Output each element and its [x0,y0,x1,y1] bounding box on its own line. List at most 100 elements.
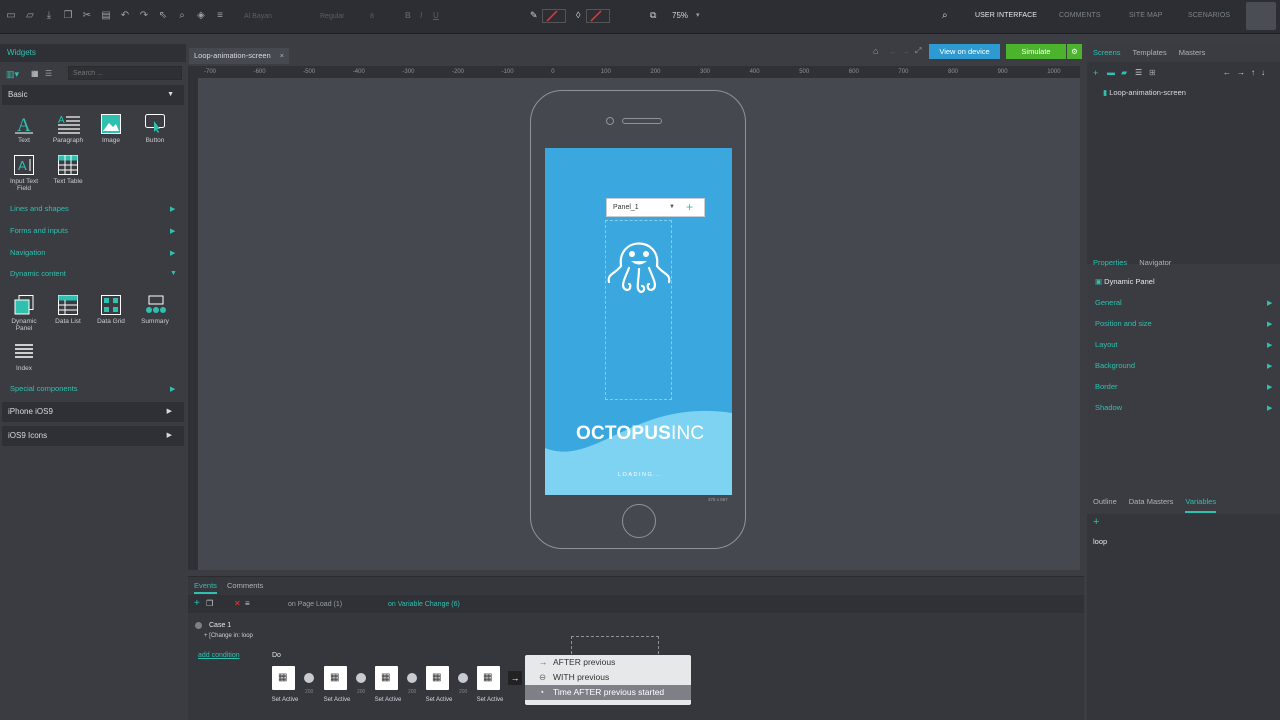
home-icon[interactable]: ⌂ [873,46,878,56]
section-navigation[interactable]: Navigation [10,248,45,257]
font-style-select[interactable]: Regular [320,10,364,23]
pencil-icon[interactable]: ✎ [530,10,538,21]
nav-scenarios[interactable]: SCENARIOS [1188,12,1230,19]
prop-position-size[interactable]: Position and size [1095,319,1152,328]
sort-icon[interactable]: ≡ [245,599,250,608]
redo-icon[interactable]: ↷ [139,10,149,22]
widget-input-text-field[interactable]: A Input Text Field [4,155,44,192]
widget-paragraph[interactable]: A Paragraph [48,114,88,144]
menu-item-after-previous[interactable]: → AFTER previous [525,655,691,670]
delay-icon[interactable] [356,673,366,683]
grid-view-icon[interactable]: ▦ [31,69,39,78]
expand-icon[interactable]: ⤢ [915,46,921,56]
zoom-icon[interactable]: ⌕ [177,10,187,22]
prop-shadow[interactable]: Shadow [1095,403,1122,412]
action-set-active[interactable]: ▦ [375,666,398,690]
align-icon[interactable]: ≡ [215,10,225,22]
tab-navigator[interactable]: Navigator [1139,258,1171,274]
nav-comments[interactable]: COMMENTS [1059,12,1101,19]
nav-site-map[interactable]: SITE MAP [1129,12,1162,19]
prop-background[interactable]: Background [1095,361,1135,370]
section-forms-and-inputs[interactable]: Forms and inputs [10,226,68,235]
section-dynamic-content[interactable]: Dynamic content [10,269,66,278]
action-set-active[interactable]: ▦ [426,666,449,690]
trigger-page-load[interactable]: on Page Load (1) [288,601,342,608]
action-set-active[interactable]: ▦ [324,666,347,690]
italic-icon[interactable]: I [420,11,422,20]
tab-properties[interactable]: Properties [1093,258,1127,274]
add-event-icon[interactable]: + [194,598,200,609]
case-title[interactable]: Case 1 [209,622,231,629]
font-name-select[interactable]: Al Bayan [244,10,314,23]
prop-general[interactable]: General [1095,298,1122,307]
underline-icon[interactable]: U [433,11,439,20]
font-size-select[interactable]: 8 [370,10,394,23]
zoom-select[interactable]: 75% [672,11,688,20]
delay-icon[interactable] [304,673,314,683]
paste-icon[interactable]: ▤ [101,10,111,22]
bold-icon[interactable]: B [405,11,411,20]
pointer-icon[interactable]: ⇖ [158,10,168,22]
forward-icon[interactable]: → [902,47,910,56]
list-icon[interactable]: ☰ [1135,68,1142,77]
screen-item[interactable]: ▮ Loop-animation-screen [1103,88,1186,97]
cut-icon[interactable]: ✂ [82,10,92,22]
widget-summary[interactable]: Summary [135,295,175,325]
back-icon[interactable]: ← [889,47,897,56]
search-icon[interactable]: ⌕ [942,10,948,21]
arrow-right-icon[interactable]: → [508,671,522,685]
widget-button[interactable]: Button [135,114,175,144]
move-arrows-icon[interactable]: ←→↑↓ [1223,68,1271,77]
prop-border[interactable]: Border [1095,382,1118,391]
arrange-icon[interactable]: ⧉ [650,10,656,21]
tab-outline[interactable]: Outline [1093,497,1117,513]
action-set-active[interactable]: ▦ [272,666,295,690]
widget-data-grid[interactable]: Data Grid [91,295,131,325]
new-file-icon[interactable]: ▭ [6,10,16,22]
view-on-device-button[interactable]: View on device [929,44,1000,59]
duplicate-icon[interactable]: ❐ [206,599,213,608]
panel-state-selector[interactable]: Panel_1 ▼ + [606,198,705,217]
undo-icon[interactable]: ↶ [120,10,130,22]
add-screen-icon[interactable]: + [1093,68,1098,78]
prop-layout[interactable]: Layout [1095,340,1118,349]
library-icon[interactable]: ▥▾ [6,69,19,80]
grid-icon[interactable]: ⊞ [1149,68,1156,77]
action-set-active[interactable]: ▦ [477,666,500,690]
widget-index[interactable]: Index [4,342,44,372]
chevron-down-icon[interactable]: ▼ [669,204,675,210]
category-basic[interactable]: Basic ▼ [2,85,184,105]
list-view-icon[interactable]: ☰ [45,69,52,78]
nav-user-interface[interactable]: USER INTERFACE [975,12,1037,19]
simulate-settings-icon[interactable]: ⚙ [1067,44,1082,59]
trigger-variable-change[interactable]: on Variable Change (6) [388,601,460,608]
add-folder-icon[interactable]: ▬ [1107,68,1115,77]
variable-item[interactable]: loop [1093,537,1107,546]
tab-data-masters[interactable]: Data Masters [1129,497,1174,513]
widget-search-input[interactable] [68,66,182,80]
close-icon[interactable]: × [280,48,284,64]
simulate-button[interactable]: Simulate [1006,44,1066,59]
fill-color-select[interactable] [586,9,610,23]
delay-icon[interactable] [458,673,468,683]
widget-text[interactable]: A Text [4,114,44,144]
eraser-icon[interactable]: ◈ [196,10,206,22]
fill-icon[interactable]: ◊ [576,10,580,20]
delay-icon[interactable] [407,673,417,683]
library-iphone-ios9[interactable]: iPhone iOS9 ▶ [2,402,184,422]
section-lines-and-shapes[interactable]: Lines and shapes [10,204,69,213]
folder-icon[interactable]: ▰ [1121,68,1127,77]
widget-dynamic-panel[interactable]: Dynamic Panel [4,295,44,332]
widget-text-table[interactable]: Text Table [48,155,88,185]
copy-icon[interactable]: ❐ [63,10,73,22]
tab-variables[interactable]: Variables [1185,497,1217,513]
delete-icon[interactable]: ✕ [234,599,241,608]
download-icon[interactable]: ⤓ [44,10,54,22]
avatar[interactable] [1246,2,1276,30]
add-variable-icon[interactable]: + [1093,516,1099,528]
tab-comments[interactable]: Comments [227,581,263,590]
section-special-components[interactable]: Special components [10,384,78,393]
widget-data-list[interactable]: Data List [48,295,88,325]
tab-events[interactable]: Events [194,581,217,594]
stroke-color-select[interactable] [542,9,566,23]
